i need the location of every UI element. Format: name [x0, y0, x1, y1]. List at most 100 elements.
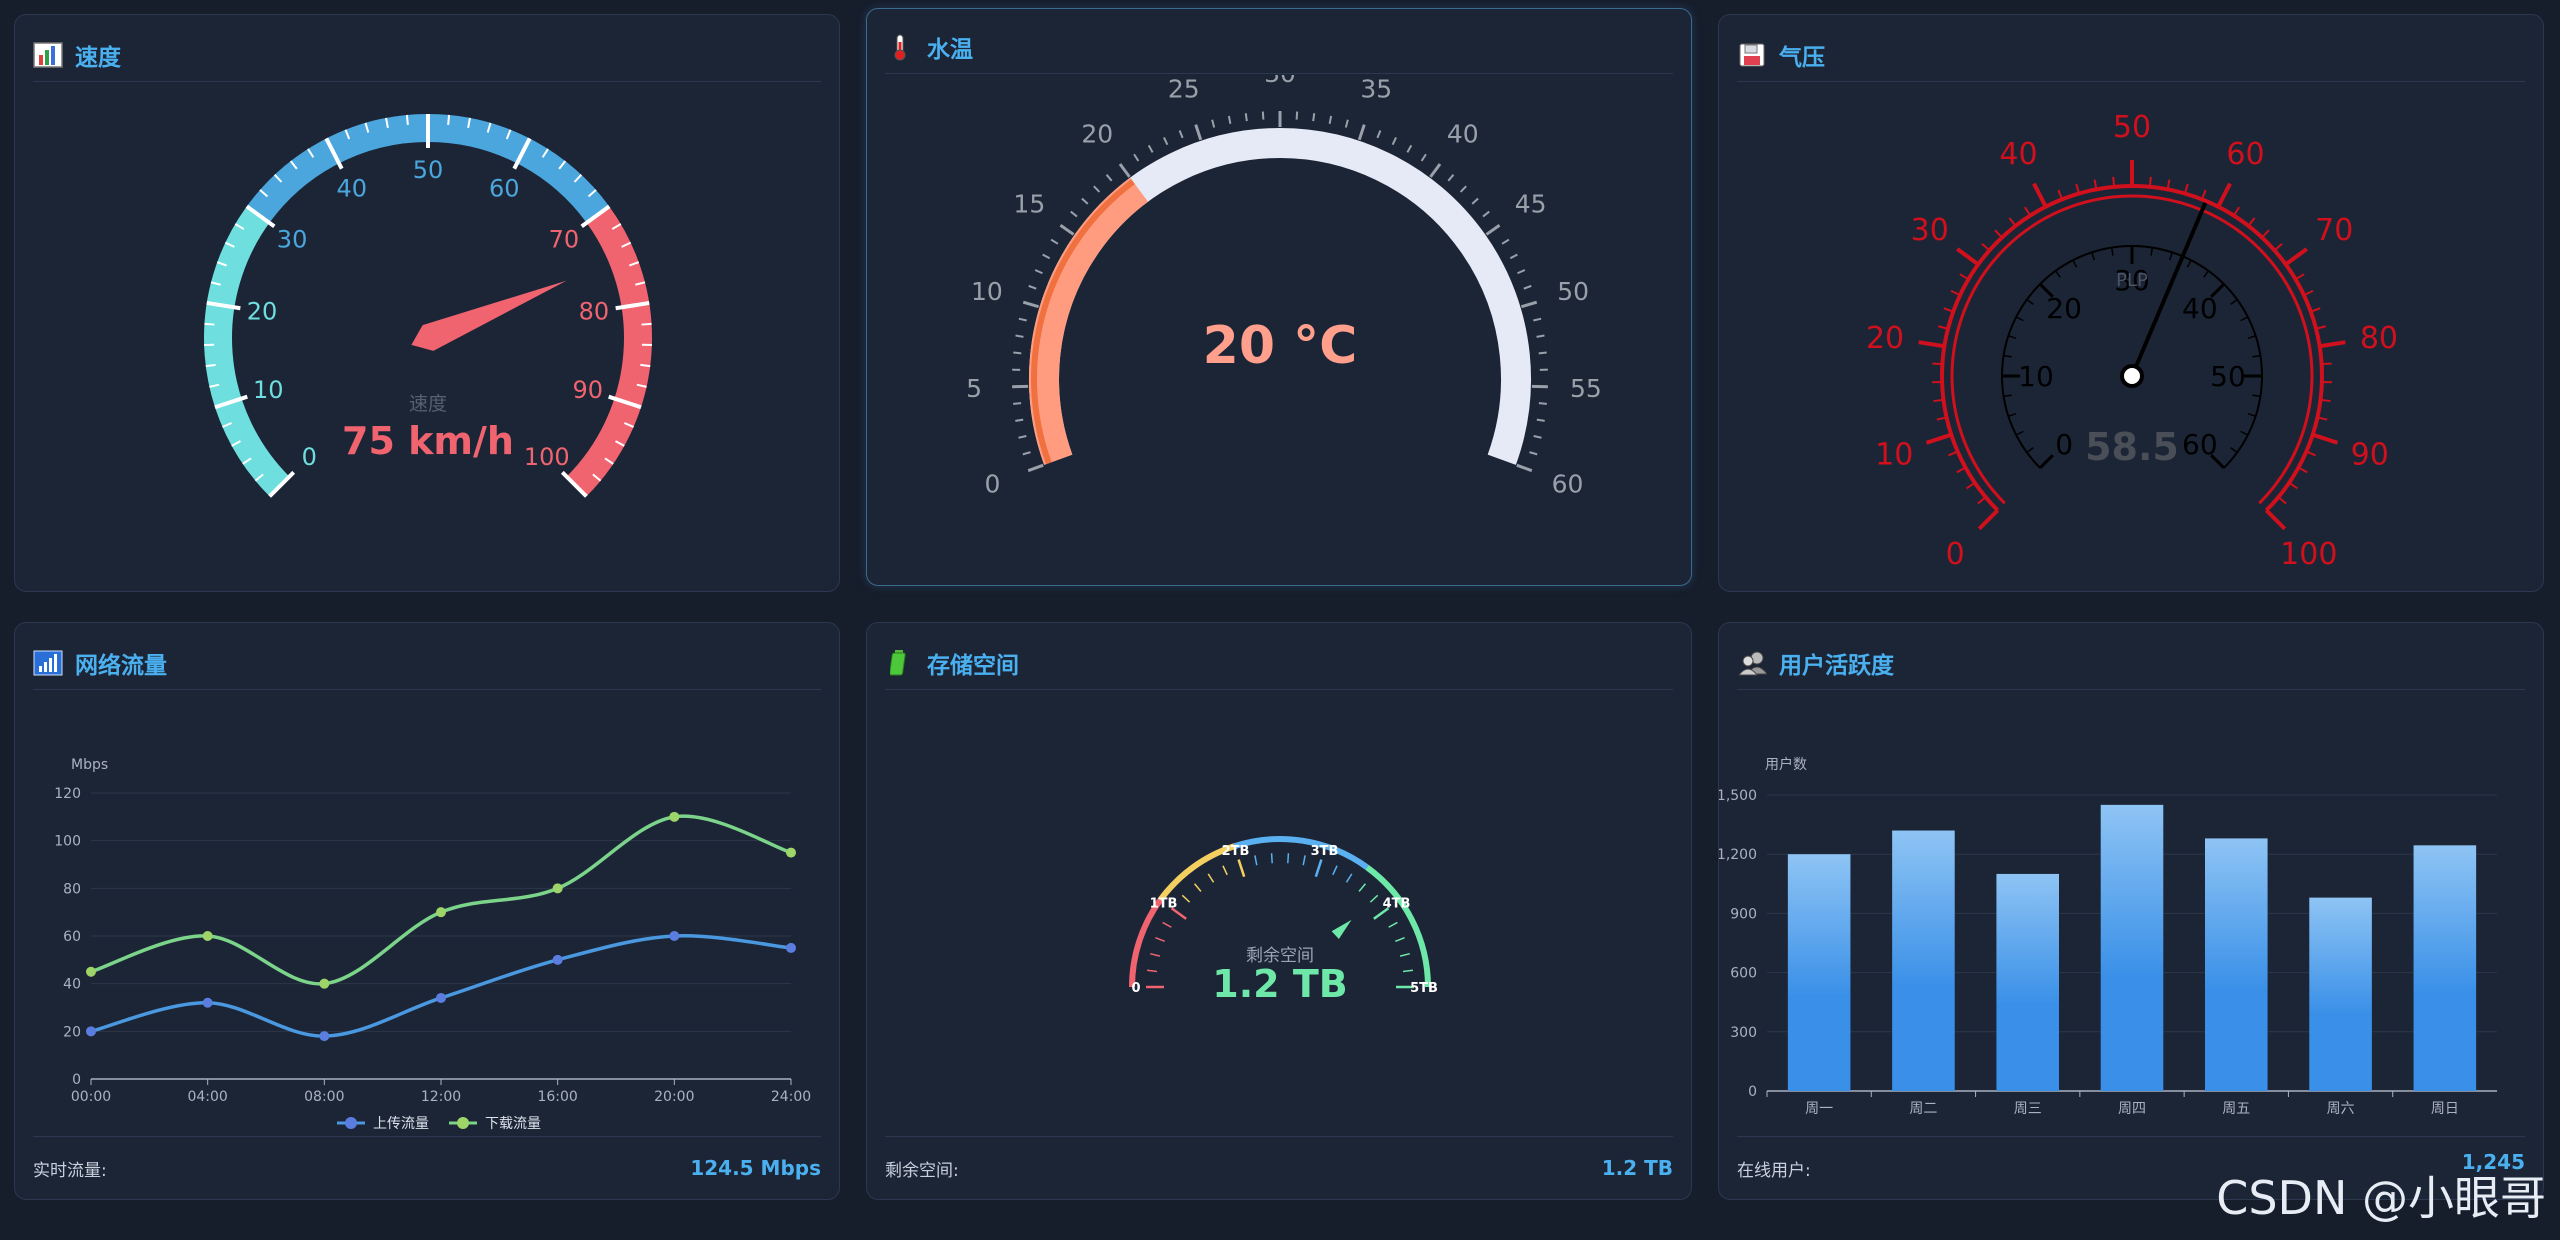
temp-tick — [1523, 284, 1532, 290]
water-temp-card-title: 水温 — [927, 37, 973, 63]
pressure-outer-tick — [2320, 398, 2331, 403]
temp-tick — [1536, 418, 1545, 422]
storage-tick-label: 5TB — [1410, 981, 1438, 996]
realtime-traffic-label: 实时流量: — [33, 1160, 107, 1181]
pressure-outer-tick — [2288, 481, 2298, 490]
net-xtick-label: 20:00 — [654, 1089, 694, 1105]
pressure-inner-label: 20 — [2046, 292, 2082, 325]
pressure-outer-tick — [2305, 450, 2316, 457]
pressure-outer-tick — [2264, 508, 2287, 531]
temp-tick — [1376, 130, 1382, 139]
speed-tick — [640, 363, 651, 368]
temp-tick — [1133, 153, 1140, 162]
pressure-inner-tick — [2110, 247, 2114, 256]
pressure-inner-tick — [2015, 430, 2024, 436]
chart-bars-icon — [33, 42, 63, 68]
temp-tick-label: 30 — [1264, 75, 1296, 88]
storage-tick — [1162, 921, 1172, 928]
temp-tick — [1227, 115, 1232, 124]
pressure-inner-tick — [2015, 316, 2024, 322]
pressure-inner-tick — [2026, 298, 2034, 305]
users-xtick-label: 周六 — [2327, 1101, 2355, 1117]
speed-tick-label: 40 — [336, 174, 367, 202]
pressure-outer-tick — [2312, 432, 2339, 445]
storage-tick — [1146, 969, 1158, 973]
storage-tick — [1287, 853, 1290, 864]
pressure-outer-label: 90 — [2351, 437, 2389, 472]
pressure-outer-tick — [2319, 340, 2346, 349]
temp-tick — [1295, 111, 1299, 120]
users-ytick-label: 900 — [1730, 906, 1757, 922]
users-xtick-label: 周一 — [1805, 1101, 1833, 1117]
temp-tick — [1261, 111, 1265, 120]
temp-tick — [1015, 334, 1024, 338]
temp-tick — [1529, 451, 1538, 456]
temp-tick — [1015, 418, 1024, 422]
storage-footer: 剩余空间: 1.2 TB — [885, 1136, 1673, 1199]
storage-tick — [1270, 853, 1273, 864]
pressure-outer-tick — [1956, 466, 1966, 474]
water-temp-card-header: 水温 — [885, 21, 1673, 74]
pressure-outer-tick — [2032, 182, 2048, 208]
net-xtick-label: 24:00 — [771, 1089, 811, 1105]
users-ytick-label: 300 — [1730, 1025, 1757, 1041]
storage-card-header: 存储空间 — [885, 637, 1673, 690]
temp-tick — [1244, 113, 1248, 122]
storage-tick — [1150, 952, 1161, 957]
storage-tick — [1332, 865, 1338, 876]
temp-tick — [1194, 124, 1203, 141]
pressure-inner-tick — [2150, 247, 2154, 256]
net-point — [786, 942, 796, 953]
users-ytick-label: 0 — [1748, 1084, 1757, 1100]
disk-icon — [1737, 42, 1767, 68]
pressure-outer-tick — [2321, 362, 2332, 366]
pressure-outer-label: 20 — [1866, 321, 1904, 356]
net-ytick-label: 80 — [63, 881, 81, 897]
temp-tick — [1118, 163, 1131, 178]
users-ylabel: 用户数 — [1765, 756, 1807, 773]
users-xtick-label: 周四 — [2118, 1101, 2146, 1117]
net-ytick-label: 60 — [63, 929, 81, 945]
net-point — [319, 978, 330, 989]
temp-tick — [1482, 210, 1490, 218]
storage-tick — [1155, 936, 1165, 943]
storage-tick-label: 0 — [1131, 981, 1140, 996]
pressure-outer-tick — [1977, 496, 1987, 505]
speed-card-header: 速度 — [33, 29, 821, 82]
users-xtick-label: 周日 — [2431, 1101, 2459, 1117]
storage-tick — [1358, 883, 1366, 892]
network-card: 网络流量 0 20 40 60 80 100 120 00:00 04:00 08:00 12:00… — [14, 622, 840, 1200]
speed-gauge: 0 10 20 30 40 50 60 70 80 90 100 速度 75 km/h — [15, 83, 839, 591]
temp-tick — [1344, 119, 1349, 128]
temp-tick-label: 35 — [1360, 75, 1392, 104]
net-point — [552, 954, 563, 965]
temp-tick — [1536, 334, 1545, 338]
users-bar — [2413, 845, 2477, 1091]
pressure-inner-tick — [2008, 412, 2017, 417]
pressure-outer-label: 30 — [1911, 213, 1949, 248]
pressure-inner-tick — [2026, 447, 2034, 454]
temp-tick — [1420, 153, 1427, 162]
storage-tick — [1237, 859, 1246, 878]
pressure-outer-label: 100 — [2280, 537, 2337, 572]
remaining-space-value: 1.2 TB — [1601, 1156, 1673, 1180]
storage-tick — [1181, 894, 1191, 903]
pressure-inner-label: 60 — [2182, 428, 2218, 461]
temp-tick-label: 50 — [1557, 277, 1589, 306]
temp-tick — [1178, 130, 1184, 139]
net-point — [319, 1031, 330, 1042]
pressure-inner-label: 40 — [2182, 292, 2218, 325]
temp-tick — [1357, 124, 1366, 141]
net-ytick-label: 20 — [63, 1024, 81, 1040]
pressure-inner-tick — [2008, 335, 2017, 340]
temp-tick-label: 60 — [1552, 470, 1584, 499]
pressure-outer-tick — [1994, 229, 2003, 239]
users-icon — [1737, 650, 1767, 676]
pressure-outer-tick — [1956, 247, 1980, 266]
pressure-outer-tick — [2298, 466, 2308, 474]
temp-tick — [1027, 463, 1044, 473]
pressure-outer-tick — [2075, 183, 2080, 194]
temp-tick — [1459, 185, 1467, 193]
speed-tick — [447, 114, 451, 126]
pressure-outer-tick — [1948, 450, 1959, 457]
